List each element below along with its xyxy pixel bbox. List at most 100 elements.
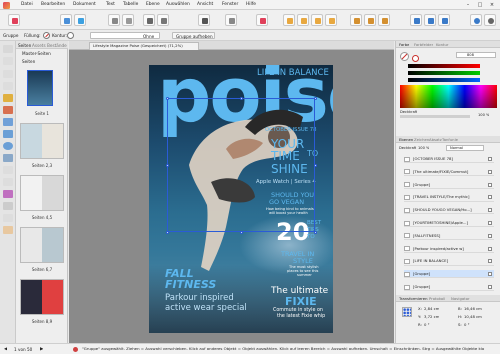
align-left-icon[interactable] [350, 14, 362, 26]
red-slider[interactable] [408, 64, 480, 68]
document-tab[interactable]: Lifestyle Magazine Poise (Gespeichert) (… [89, 42, 199, 50]
align-center-icon[interactable] [364, 14, 376, 26]
boolean-intersect-icon[interactable] [438, 14, 450, 26]
rectangle-tool-icon[interactable] [3, 130, 13, 138]
pages-toggle[interactable]: Seiten [22, 59, 35, 64]
ultimate-line-2[interactable]: FIXIE [285, 295, 317, 308]
layer-visibility-checkbox[interactable] [488, 169, 492, 174]
tab-farbfelder[interactable]: Farbfelder [414, 43, 433, 48]
transparency-tool-icon[interactable] [3, 202, 13, 210]
ellipse-tool-icon[interactable] [3, 142, 13, 150]
align-icon[interactable] [157, 14, 169, 26]
layer-row[interactable]: [FALLFITNESS] [404, 232, 494, 241]
tab-protokoll[interactable]: Protokoll [429, 297, 445, 302]
persona-designer-icon[interactable] [74, 14, 86, 26]
page-thumb-1[interactable] [27, 70, 53, 106]
menu-text[interactable]: Text [106, 2, 115, 7]
next-page-icon[interactable]: ▶ [40, 347, 43, 352]
page-thumb-8-9[interactable] [20, 279, 64, 315]
boolean-subtract-icon[interactable] [424, 14, 436, 26]
fill-icon[interactable] [256, 14, 268, 26]
layer-visibility-checkbox[interactable] [488, 195, 492, 200]
preflight-icon[interactable] [108, 14, 120, 26]
layer-visibility-checkbox[interactable] [488, 259, 492, 264]
view-mode-icon[interactable] [122, 14, 134, 26]
commute-line-2[interactable]: the latest Fixie whip [277, 314, 325, 319]
layer-row[interactable]: [Gruppe] [404, 283, 494, 292]
persona-photo-icon[interactable] [60, 14, 72, 26]
blend-mode-dropdown[interactable]: Normal [446, 145, 484, 151]
parkour-line-1[interactable]: Parkour inspired [165, 293, 234, 303]
menu-bearbeiten[interactable]: Bearbeiten [41, 2, 65, 7]
layer-row[interactable]: [Gruppe] [404, 270, 494, 279]
user-account-icon[interactable] [470, 14, 482, 26]
layer-row[interactable]: [SHOULD YOUGO VEGAN/Ho...] [404, 206, 494, 215]
tab-zeichen[interactable]: Zeichen [414, 138, 429, 143]
tab-assets[interactable]: Assets [32, 43, 46, 48]
page-indicator[interactable]: 1 von 50 [14, 347, 32, 352]
tab-transformieren[interactable]: Transformieren [399, 297, 428, 302]
minimize-button[interactable]: – [462, 1, 474, 9]
tab-farbe[interactable]: Farbe [399, 43, 409, 48]
picture-frame-tool-icon[interactable] [3, 154, 13, 162]
tab-tanfunle[interactable]: Tanfunle [442, 138, 458, 143]
prev-page-icon[interactable]: ◀ [4, 347, 7, 352]
fill-tool-icon[interactable] [3, 118, 13, 126]
selection-handle-bl[interactable] [165, 230, 169, 234]
zoom-tool-icon[interactable] [3, 214, 13, 222]
node-tool-icon[interactable] [3, 57, 13, 65]
page-thumb-6-7[interactable] [20, 227, 64, 263]
fitness-text[interactable]: FITNESS [165, 278, 216, 291]
link-icon[interactable] [198, 14, 210, 26]
transform-h-value[interactable]: 10,48 cm [464, 315, 482, 320]
move-tool-icon[interactable] [3, 45, 13, 53]
color-spectrum[interactable] [400, 85, 497, 108]
maximize-button[interactable]: □ [474, 1, 486, 9]
selection-handle-bc[interactable] [239, 230, 243, 234]
arrange-forward-icon[interactable] [297, 14, 309, 26]
layer-visibility-checkbox[interactable] [488, 272, 492, 277]
selection-handle-tl[interactable] [165, 96, 169, 100]
selection-bounding-box[interactable] [167, 98, 315, 232]
layer-row[interactable]: [YOURTIMETOSHINE/Apple...] [404, 219, 494, 228]
transform-s-value[interactable]: 0 ° [464, 323, 470, 328]
menu-ebene[interactable]: Ebene [146, 2, 160, 7]
transform-x-value[interactable]: 2,84 cm [424, 307, 439, 312]
anchor-selector-icon[interactable] [402, 307, 412, 317]
menu-auswaehlen[interactable]: Auswählen [166, 2, 190, 7]
layer-row[interactable]: [The ultimate/FIXIE/Commut] [404, 168, 494, 177]
layer-visibility-checkbox[interactable] [488, 182, 492, 187]
align-right-icon[interactable] [378, 14, 390, 26]
transform-y-value[interactable]: 3,72 cm [424, 315, 439, 320]
opacity-value[interactable]: 100 % [478, 113, 489, 117]
frame-text-tool-icon[interactable] [3, 70, 13, 78]
tab-absatz[interactable]: Absatz [429, 138, 442, 143]
menu-ansicht[interactable]: Ansicht [197, 2, 213, 7]
layer-row[interactable]: [OCTOBER ISSUE 78] [404, 155, 494, 164]
frame-text-icon[interactable] [225, 14, 237, 26]
tips-line-3[interactable]: TO [307, 234, 315, 240]
selection-handle-ml[interactable] [165, 163, 169, 167]
ungroup-button[interactable]: Gruppe aufheben [172, 32, 215, 39]
arrange-back-icon[interactable] [325, 14, 337, 26]
table-tool-icon[interactable] [3, 166, 13, 174]
layer-row[interactable]: [Gruppe] [404, 181, 494, 189]
menu-datei[interactable]: Datei [21, 2, 33, 7]
master-pages-toggle[interactable]: Master-Seiten [22, 51, 51, 56]
selection-handle-tc[interactable] [239, 96, 243, 100]
snap-icon[interactable] [143, 14, 155, 26]
magazine-cover-page[interactable]: LIFE IN BALANCE poise OCTOBER ISSUE 78 Y… [149, 65, 333, 333]
commute-line-1[interactable]: Commute in style on [273, 308, 323, 313]
menu-dokument[interactable]: Dokument [73, 2, 96, 7]
layer-visibility-checkbox[interactable] [488, 246, 492, 251]
layer-row[interactable]: [TRAVEL INSTYLE/The mythic] [404, 193, 494, 202]
layer-visibility-checkbox[interactable] [488, 208, 492, 213]
layer-visibility-checkbox[interactable] [488, 285, 492, 289]
travel-sub-line-3[interactable]: summer [297, 273, 312, 277]
color-model-dropdown[interactable]: 808 [456, 52, 496, 58]
arrange-front-icon[interactable] [283, 14, 295, 26]
tab-kontur[interactable]: Kontur [436, 43, 449, 48]
pencil-tool-icon[interactable] [3, 106, 13, 114]
tab-bestaende[interactable]: Bestände [47, 43, 67, 48]
menu-hilfe[interactable]: Hilfe [246, 2, 256, 7]
